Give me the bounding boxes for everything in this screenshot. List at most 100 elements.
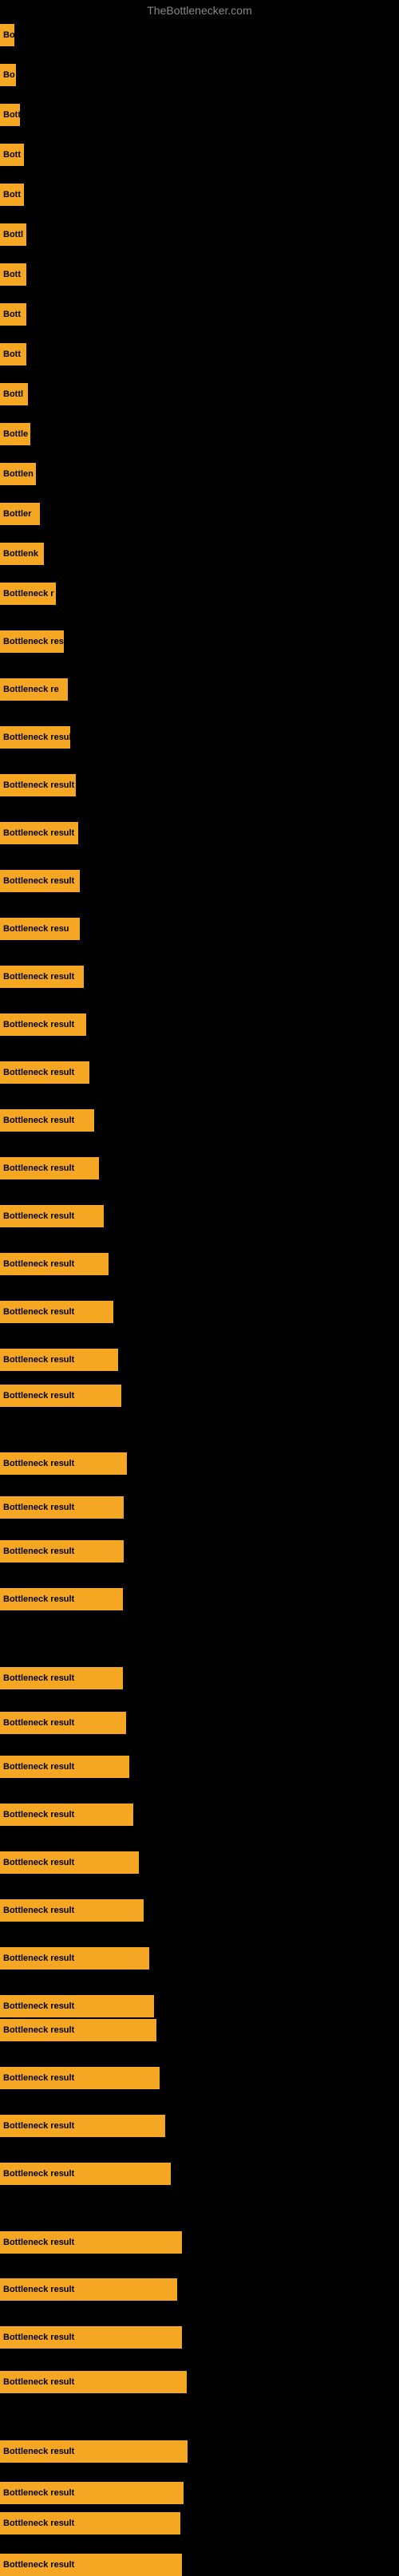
bottleneck-bar: Bottleneck result <box>0 2482 184 2504</box>
bottleneck-bar: Bottleneck resu <box>0 918 80 940</box>
bottleneck-bar-label: Bottleneck result <box>3 1164 74 1173</box>
bottleneck-bar-label: Bottleneck result <box>3 1547 74 1556</box>
bottleneck-bar: Bottleneck result <box>0 2512 180 2535</box>
bottleneck-bar-label: Bottleneck result <box>3 2169 74 2179</box>
bottleneck-bar-label: Bott <box>3 310 21 319</box>
bottleneck-bar-label: Bottleneck result <box>3 1858 74 1867</box>
bottleneck-bar-label: Bottleneck result <box>3 1355 74 1365</box>
bottleneck-bar: Bottleneck result <box>0 2019 156 2041</box>
bottleneck-bar-label: Bottleneck result <box>3 1259 74 1269</box>
bottleneck-bar-label: Bottleneck result <box>3 1307 74 1317</box>
bottleneck-bar-label: Bottleneck result <box>3 972 74 982</box>
bottleneck-bar-label: Bottleneck result <box>3 1906 74 1915</box>
bottleneck-bar-label: Bottler <box>3 509 31 519</box>
bottleneck-bar: Bottl <box>0 383 28 405</box>
bottleneck-bar: Bottleneck result <box>0 1385 121 1407</box>
bottleneck-bar: Bottleneck result <box>0 966 84 988</box>
bottleneck-bar: Bottleneck result <box>0 2326 182 2349</box>
bottleneck-bar-label: Bottleneck result <box>3 1594 74 1604</box>
bottleneck-bar-label: Bottleneck result <box>3 733 70 742</box>
bottleneck-bar: Bottleneck result <box>0 870 80 892</box>
bottleneck-bar-label: Bottleneck re <box>3 685 59 694</box>
bottleneck-bar: Bottleneck result <box>0 1851 139 1874</box>
bottleneck-bar: Bo <box>0 24 14 46</box>
bottleneck-bar: Bott <box>0 303 26 326</box>
bottleneck-bar-label: Bott <box>3 190 21 200</box>
bottleneck-bar: Bott <box>0 104 20 126</box>
bottleneck-bar-label: Bottleneck result <box>3 2377 74 2387</box>
bottleneck-bar-label: Bottleneck result <box>3 1116 74 1125</box>
bottleneck-bar: Bo <box>0 64 16 86</box>
bottleneck-bar: Bottleneck result <box>0 1301 113 1323</box>
bottleneck-bar-label: Bo <box>3 70 15 80</box>
bottleneck-bar-label: Bott <box>3 110 20 120</box>
bottleneck-bar: Bott <box>0 343 26 365</box>
bottleneck-bar-label: Bottleneck result <box>3 2519 74 2528</box>
bottleneck-bar-label: Bottleneck result <box>3 2333 74 2342</box>
bottleneck-bar-label: Bottleneck result <box>3 1718 74 1728</box>
bottleneck-bar-label: Bottleneck result <box>3 2073 74 2083</box>
bottleneck-bar: Bottleneck result <box>0 1109 94 1132</box>
bottleneck-bar-label: Bottlen <box>3 469 34 479</box>
bottleneck-bar-label: Bo <box>3 30 14 40</box>
bottleneck-bar-label: Bottleneck resul <box>3 637 64 646</box>
bottleneck-bar: Bott <box>0 263 26 286</box>
bottleneck-bar-label: Bottleneck result <box>3 828 74 838</box>
bottleneck-bar: Bottleneck result <box>0 1157 99 1179</box>
bottleneck-bar-label: Bottl <box>3 230 23 239</box>
bottleneck-bar: Bottlenk <box>0 543 44 565</box>
bottleneck-bar: Bottleneck result <box>0 2371 187 2393</box>
bottleneck-bar-label: Bottleneck result <box>3 2488 74 2498</box>
bottleneck-bar-label: Bott <box>3 350 21 359</box>
bottleneck-bar-label: Bottl <box>3 389 23 399</box>
bottleneck-bar-label: Bottleneck result <box>3 1211 74 1221</box>
bottleneck-bar-label: Bottleneck result <box>3 2001 74 2011</box>
bottleneck-bar: Bottler <box>0 503 40 525</box>
bottleneck-bar-label: Bott <box>3 270 21 279</box>
bottleneck-bar-label: Bottleneck result <box>3 2560 74 2570</box>
site-title: TheBottlenecker.com <box>147 4 252 17</box>
bottleneck-bar: Bottleneck result <box>0 1588 123 1610</box>
bottleneck-bar-label: Bottleneck result <box>3 1503 74 1512</box>
bottleneck-bar: Bott <box>0 184 24 206</box>
bottleneck-bar: Bottleneck result <box>0 2440 188 2463</box>
bottleneck-bar: Bottleneck result <box>0 1899 144 1922</box>
bottleneck-bar-label: Bottleneck result <box>3 2025 74 2035</box>
bottleneck-bar: Bottleneck result <box>0 1804 133 1826</box>
bottleneck-bar: Bottleneck result <box>0 1667 123 1689</box>
bottleneck-bar: Bottleneck result <box>0 2115 165 2137</box>
bottleneck-bar-label: Bottleneck result <box>3 1673 74 1683</box>
bottleneck-bar-label: Bottleneck result <box>3 1762 74 1772</box>
bottleneck-bar: Bottleneck result <box>0 774 76 796</box>
bottleneck-bar: Bottleneck result <box>0 1995 154 2017</box>
bottleneck-bar-label: Bottleneck resu <box>3 924 69 934</box>
bottleneck-bar: Bottleneck result <box>0 1061 89 1084</box>
bottleneck-bar-label: Bott <box>3 150 21 160</box>
bottleneck-bar: Bottleneck result <box>0 1013 86 1036</box>
bottleneck-bar-label: Bottleneck result <box>3 2238 74 2247</box>
bottleneck-bar: Bottleneck result <box>0 1947 149 1970</box>
bottleneck-bar: Bottleneck result <box>0 1712 126 1734</box>
bottleneck-bar: Bottleneck result <box>0 726 70 749</box>
bottleneck-bar: Bottleneck result <box>0 1253 109 1275</box>
bottleneck-bar-label: Bottleneck result <box>3 1459 74 1468</box>
bottleneck-bar: Bottleneck result <box>0 2231 182 2254</box>
bottleneck-bar-label: Bottleneck result <box>3 1810 74 1819</box>
bottleneck-bar: Bottleneck result <box>0 2278 177 2301</box>
bottleneck-bar: Bottleneck result <box>0 1349 118 1371</box>
bottleneck-bar-label: Bottleneck result <box>3 876 74 886</box>
bottleneck-bar: Bottl <box>0 223 26 246</box>
bottleneck-bar: Bottleneck re <box>0 678 68 701</box>
bottleneck-bar-label: Bottlenk <box>3 549 38 559</box>
bottleneck-bar-label: Bottleneck result <box>3 2447 74 2456</box>
bottleneck-bar: Bottleneck result <box>0 1540 124 1563</box>
bottleneck-bar: Bottle <box>0 423 30 445</box>
bottleneck-bar: Bottlen <box>0 463 36 485</box>
bottleneck-bar: Bottleneck r <box>0 583 56 605</box>
bottleneck-bar: Bott <box>0 144 24 166</box>
bottleneck-bar: Bottleneck result <box>0 1756 129 1778</box>
bottleneck-bar: Bottleneck result <box>0 2554 182 2576</box>
bottleneck-bar: Bottleneck result <box>0 2163 171 2185</box>
bottleneck-bar-label: Bottleneck result <box>3 2121 74 2131</box>
bottleneck-bar-label: Bottleneck r <box>3 589 54 599</box>
